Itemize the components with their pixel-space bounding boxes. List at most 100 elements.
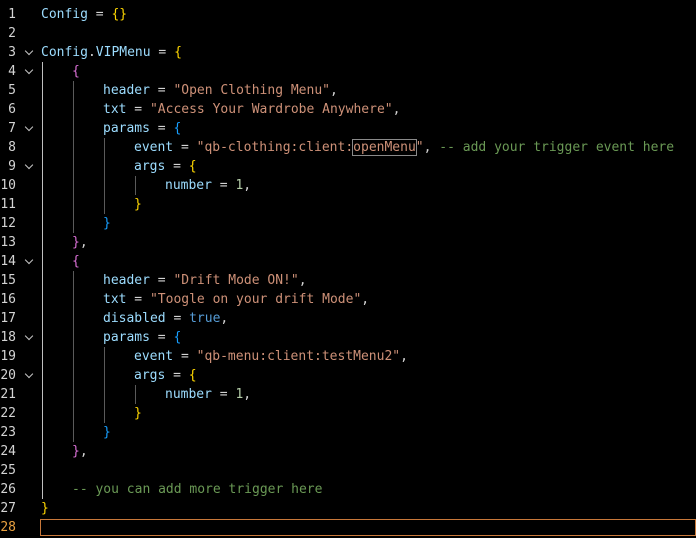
code-text[interactable]: }	[41, 499, 49, 518]
code-line[interactable]: 21 number = 1,	[0, 385, 696, 404]
fold-chevron-icon[interactable]	[25, 119, 35, 138]
code-text[interactable]: Config.VIPMenu = {	[41, 43, 182, 62]
code-token: {	[173, 330, 182, 345]
code-line[interactable]: 1 Config = {}	[0, 5, 696, 24]
line-number: 14	[0, 254, 16, 269]
line-number: 8	[8, 140, 16, 155]
code-token: =	[126, 292, 150, 307]
code-text[interactable]: {	[72, 62, 80, 81]
code-token: }	[72, 444, 80, 459]
code-text[interactable]: }	[103, 423, 111, 442]
code-token: -- add your trigger event here	[439, 140, 675, 155]
fold-chevron-icon[interactable]	[25, 328, 35, 347]
code-text[interactable]: txt = "Toogle on your drift Mode",	[103, 290, 369, 309]
editor-top-edge	[0, 0, 696, 2]
code-line[interactable]: 19 event = "qb-menu:client:testMenu2",	[0, 347, 696, 366]
line-number: 10	[0, 178, 16, 193]
code-line[interactable]: 13},	[0, 233, 696, 252]
code-token: params	[103, 121, 150, 136]
code-text[interactable]: args = {	[134, 366, 197, 385]
code-token: =	[150, 45, 175, 60]
code-token: ,	[79, 444, 88, 459]
code-line[interactable]: 14 {	[0, 252, 696, 271]
code-text[interactable]: txt = "Access Your Wardrobe Anywhere",	[103, 100, 400, 119]
code-text[interactable]: Config = {}	[41, 5, 127, 24]
code-token: ,	[243, 178, 252, 193]
code-text[interactable]: },	[72, 442, 88, 461]
code-token: -- you can add more trigger here	[72, 482, 323, 497]
code-text[interactable]: }	[134, 404, 142, 423]
fold-chevron-icon[interactable]	[25, 62, 35, 81]
code-token: =	[149, 121, 174, 136]
code-line[interactable]: 16 txt = "Toogle on your drift Mode",	[0, 290, 696, 309]
code-line[interactable]: 24},	[0, 442, 696, 461]
code-line[interactable]: 11}	[0, 195, 696, 214]
code-line[interactable]: 10 number = 1,	[0, 176, 696, 195]
code-token: =	[87, 7, 112, 22]
code-text[interactable]: header = "Drift Mode ON!",	[103, 271, 307, 290]
code-line[interactable]: 4{	[0, 62, 696, 81]
code-token: "Open Clothing Menu"	[173, 83, 330, 98]
current-line-highlight	[40, 519, 696, 536]
line-number: 15	[0, 273, 16, 288]
code-line[interactable]: 27}	[0, 499, 696, 518]
code-text[interactable]: number = 1,	[165, 176, 251, 195]
code-line[interactable]: 15 header = "Drift Mode ON!",	[0, 271, 696, 290]
fold-chevron-icon[interactable]	[25, 43, 35, 62]
code-text[interactable]: params = {	[103, 119, 181, 138]
code-text[interactable]: {	[72, 252, 80, 271]
code-line[interactable]: 7 params = {	[0, 119, 696, 138]
code-line[interactable]: 2	[0, 24, 696, 43]
code-line[interactable]: 25	[0, 461, 696, 480]
code-editor[interactable]: 1 Config = {} 2 3 Config.VIPMenu = {4{5 heade…	[0, 0, 696, 538]
line-number: 18	[0, 330, 16, 345]
code-line[interactable]: 17 disabled = true,	[0, 309, 696, 328]
code-token: =	[211, 178, 236, 193]
code-token: }	[103, 425, 111, 440]
code-line[interactable]: 6 txt = "Access Your Wardrobe Anywhere",	[0, 100, 696, 119]
line-number: 5	[8, 83, 16, 98]
code-token: =	[149, 330, 174, 345]
code-text[interactable]: },	[72, 233, 88, 252]
code-token: ,	[243, 387, 252, 402]
code-line[interactable]: 23}	[0, 423, 696, 442]
line-number: 13	[0, 235, 16, 250]
fold-chevron-icon[interactable]	[25, 366, 35, 385]
code-token: =	[165, 159, 189, 174]
line-number: 19	[0, 349, 16, 364]
line-number: 3	[8, 45, 16, 60]
code-text[interactable]: -- you can add more trigger here	[72, 480, 322, 499]
code-text[interactable]: header = "Open Clothing Menu",	[103, 81, 338, 100]
code-line[interactable]: 8 event = "qb-clothing:client:openMenu", …	[0, 138, 696, 157]
code-text[interactable]: number = 1,	[165, 385, 251, 404]
code-line[interactable]: 18 params = {	[0, 328, 696, 347]
code-line[interactable]: 9 args = {	[0, 157, 696, 176]
highlighted-word: openMenu	[352, 139, 417, 156]
code-line[interactable]: 22}	[0, 404, 696, 423]
line-number: 24	[0, 444, 16, 459]
line-number: 1	[8, 7, 16, 22]
code-line[interactable]: 5 header = "Open Clothing Menu",	[0, 81, 696, 100]
fold-chevron-icon[interactable]	[25, 157, 35, 176]
code-text[interactable]: }	[134, 195, 142, 214]
code-token: =	[173, 140, 197, 155]
code-token: =	[149, 83, 174, 98]
code-line[interactable]: 12}	[0, 214, 696, 233]
code-line[interactable]: 26 -- you can add more trigger here	[0, 480, 696, 499]
code-line[interactable]: 20 args = {	[0, 366, 696, 385]
code-text[interactable]: event = "qb-clothing:client:openMenu", -…	[134, 138, 674, 157]
code-token: ,	[423, 140, 440, 155]
code-text[interactable]: args = {	[134, 157, 197, 176]
code-token: Config	[41, 7, 88, 22]
code-token: VIPMenu	[95, 45, 151, 60]
fold-chevron-icon[interactable]	[25, 252, 35, 271]
code-line[interactable]: 3 Config.VIPMenu = {	[0, 43, 696, 62]
code-text[interactable]: params = {	[103, 328, 181, 347]
code-text[interactable]: }	[103, 214, 111, 233]
code-token: number	[165, 178, 212, 193]
code-text[interactable]: disabled = true,	[103, 309, 228, 328]
line-number: 21	[0, 387, 16, 402]
code-text[interactable]: event = "qb-menu:client:testMenu2",	[134, 347, 408, 366]
code-token: }	[134, 197, 142, 212]
code-token: ,	[79, 235, 88, 250]
